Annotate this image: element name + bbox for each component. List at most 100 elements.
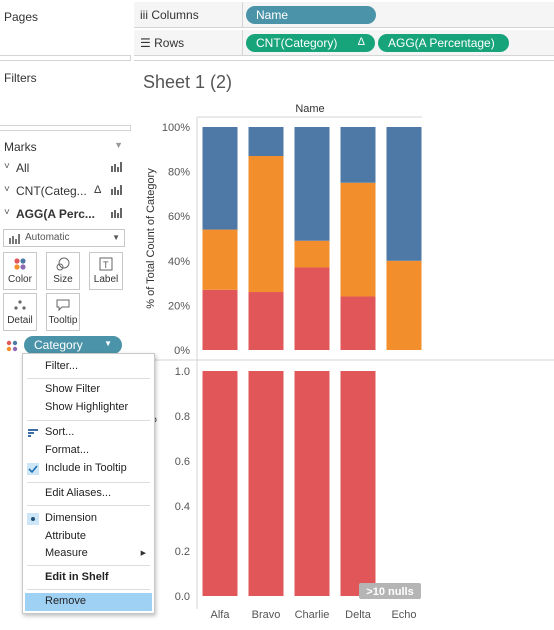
- bar-segment: [248, 127, 284, 156]
- chevron-down-icon[interactable]: ˅: [4, 184, 10, 195]
- sort-icon: [27, 427, 39, 439]
- y-tick-label: 40%: [168, 256, 190, 268]
- pages-title: Pages: [4, 10, 39, 24]
- detail-button[interactable]: Detail: [3, 293, 37, 331]
- menu-divider: [27, 378, 150, 379]
- y-tick-label: 0.4: [175, 501, 190, 513]
- worksheet-view: Sheet 1 (2) Name 0% 20% 40% 60% 80% 100%% of …: [134, 60, 554, 630]
- y-tick-label: 20%: [168, 300, 190, 312]
- marks-row-cnt-category[interactable]: ˅ CNT(Categ... Δ: [0, 180, 131, 202]
- bar-mark-icon: [111, 184, 123, 198]
- menu-item-label: Sort...: [45, 426, 75, 438]
- rows-shelf[interactable]: ☰ Rows CNT(Category) Δ AGG(A Percentage): [134, 30, 554, 56]
- bar: [340, 371, 376, 596]
- chevron-down-icon: ▼: [112, 233, 120, 242]
- bar-segment: [340, 296, 376, 350]
- name-pill-label: Name: [256, 8, 289, 22]
- marks-row-label: AGG(A Perc...: [16, 207, 95, 221]
- agg-percentage-pill-label: AGG(A Percentage): [388, 36, 495, 50]
- y-tick-label: 60%: [168, 211, 190, 223]
- rows-icon: ☰: [140, 36, 151, 50]
- label-button[interactable]: T Label: [89, 252, 123, 290]
- menu-item-label: Dimension: [45, 512, 97, 524]
- bar-segment: [386, 260, 422, 350]
- menu-divider: [27, 482, 150, 483]
- color-dots-icon: [4, 257, 36, 271]
- bar-mark-icon: [111, 207, 123, 221]
- agg-percentage-pill[interactable]: AGG(A Percentage): [378, 34, 509, 52]
- color-label: Color: [8, 274, 32, 285]
- bar-segment: [248, 292, 284, 350]
- menu-item-edit-aliases[interactable]: Edit Aliases...: [23, 485, 154, 503]
- tooltip-button[interactable]: Tooltip: [46, 293, 80, 331]
- y-tick-label: 0.0: [175, 591, 190, 603]
- bar-mark-icon: [9, 233, 21, 247]
- bar-segment: [294, 240, 330, 268]
- columns-shelf[interactable]: iii Columns Name: [134, 2, 554, 28]
- menu-item-label: Edit Aliases...: [45, 487, 112, 499]
- shelf-divider: [242, 30, 243, 56]
- bar-segment: [294, 127, 330, 241]
- label-label: Label: [93, 274, 119, 285]
- columns-shelf-label: iii Columns: [140, 8, 199, 22]
- bar: [248, 371, 284, 596]
- menu-divider: [27, 589, 150, 590]
- bar-segment: [340, 127, 376, 183]
- check-icon: [27, 463, 39, 475]
- x-tick-label: Delta: [345, 609, 372, 621]
- menu-item-show-highlighter[interactable]: Show Highlighter: [23, 399, 154, 417]
- menu-item-sort[interactable]: Sort...: [23, 424, 154, 442]
- name-pill[interactable]: Name: [246, 6, 376, 24]
- y-tick-label: 80%: [168, 167, 190, 179]
- table-calc-delta-icon: Δ: [94, 184, 102, 196]
- size-button[interactable]: Size: [46, 252, 80, 290]
- submenu-arrow-icon: ▶: [140, 550, 146, 557]
- pages-card[interactable]: Pages: [0, 0, 131, 56]
- detail-label: Detail: [7, 315, 33, 326]
- mark-type-dropdown[interactable]: Automatic ▼: [3, 229, 125, 247]
- chevron-down-icon[interactable]: ˅: [4, 207, 10, 218]
- menu-item-format[interactable]: Format...: [23, 442, 154, 460]
- mark-type-value: Automatic: [25, 232, 70, 243]
- menu-item-label: Edit in Shelf: [45, 571, 109, 583]
- menu-item-edit-in-shelf[interactable]: Edit in Shelf: [23, 569, 154, 587]
- menu-item-dimension[interactable]: Dimension: [23, 510, 154, 528]
- menu-item-filter[interactable]: Filter...: [23, 358, 154, 376]
- filters-title: Filters: [4, 71, 37, 85]
- menu-item-attribute[interactable]: Attribute: [23, 528, 154, 546]
- bar-segment: [386, 127, 422, 261]
- table-calc-delta-icon: Δ: [357, 36, 365, 48]
- menu-item-measure[interactable]: Measure ▶: [23, 545, 154, 563]
- color-button[interactable]: Color: [3, 252, 37, 290]
- bar-segment: [340, 182, 376, 297]
- marks-row-agg-percentage[interactable]: ˅ AGG(A Perc...: [0, 203, 131, 225]
- cnt-category-pill[interactable]: CNT(Category) Δ: [246, 34, 375, 52]
- context-menu: Filter... Show Filter Show Highlighter S…: [22, 353, 155, 614]
- menu-item-show-filter[interactable]: Show Filter: [23, 381, 154, 399]
- y-tick-label: 0%: [174, 345, 190, 357]
- bar-mark-icon: [111, 161, 123, 175]
- marks-menu-caret-icon[interactable]: ▼: [114, 140, 123, 150]
- menu-item-include-in-tooltip[interactable]: Include in Tooltip: [23, 460, 154, 478]
- chart-svg: Name 0% 20% 40% 60% 80% 100% % of Total Count …: [134, 103, 554, 621]
- menu-item-label: Remove: [45, 595, 86, 607]
- chevron-down-icon[interactable]: ˅: [4, 161, 10, 172]
- menu-item-label: Filter...: [45, 360, 79, 372]
- bar-segment: [294, 267, 330, 350]
- marks-title: Marks: [4, 140, 37, 154]
- tooltip-label: Tooltip: [48, 315, 78, 326]
- column-header-name: Name: [295, 103, 324, 115]
- menu-item-label: Show Highlighter: [45, 401, 129, 413]
- speech-bubble-icon: [47, 298, 79, 312]
- svg-text:T: T: [103, 260, 109, 270]
- chevron-down-icon[interactable]: ▼: [104, 339, 112, 348]
- bar: [202, 371, 238, 596]
- filters-card[interactable]: Filters: [0, 60, 131, 126]
- category-color-pill[interactable]: Category ▼: [24, 336, 122, 354]
- y-axis-title: % of Total Count of Category: [145, 168, 157, 309]
- menu-item-remove[interactable]: Remove: [25, 593, 152, 611]
- bar-segment: [202, 229, 238, 290]
- x-tick-label: Alfa: [211, 609, 231, 621]
- marks-row-all[interactable]: ˅ All: [0, 157, 131, 179]
- nulls-indicator-label: >10 nulls: [366, 586, 413, 598]
